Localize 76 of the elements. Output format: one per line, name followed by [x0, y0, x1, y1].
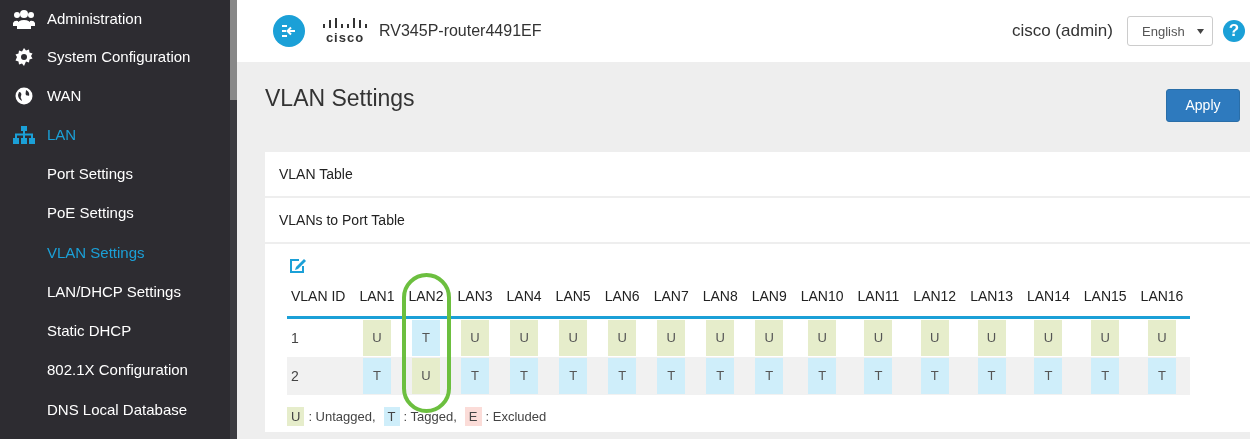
- column-header: LAN8: [701, 288, 739, 304]
- membership-cell[interactable]: T: [706, 358, 735, 394]
- membership-cell[interactable]: T: [363, 358, 391, 394]
- submenu-item[interactable]: LAN/DHCP Settings: [0, 271, 230, 312]
- menu-item[interactable]: System Configuration: [47, 48, 191, 65]
- membership-cell[interactable]: U: [808, 320, 837, 356]
- membership-cell[interactable]: T: [920, 358, 949, 394]
- membership-cell[interactable]: T: [808, 358, 837, 394]
- column-header: LAN5: [554, 288, 592, 304]
- apply-button[interactable]: Apply: [1166, 88, 1240, 122]
- membership-cell[interactable]: U: [1148, 320, 1176, 356]
- membership-cell[interactable]: T: [977, 358, 1006, 394]
- membership-cell[interactable]: T: [657, 358, 686, 394]
- membership-cell[interactable]: T: [1034, 358, 1063, 394]
- device-name: RV345P-router4491EF: [379, 22, 542, 40]
- legend-label: : Excluded: [485, 409, 547, 424]
- column-header: LAN11: [856, 288, 901, 304]
- column-header: LAN14: [1025, 288, 1071, 304]
- membership-cell[interactable]: U: [412, 358, 440, 394]
- membership-cell[interactable]: U: [706, 320, 735, 356]
- column-header: LAN15: [1082, 288, 1128, 304]
- membership-cell[interactable]: U: [977, 320, 1006, 356]
- membership-cell[interactable]: T: [510, 358, 539, 394]
- submenu-item[interactable]: Static DHCP: [0, 311, 230, 351]
- submenu-item[interactable]: Port Settings: [0, 154, 230, 194]
- legend-swatch: E: [464, 407, 482, 426]
- legend-swatch: T: [383, 407, 400, 426]
- membership-cell[interactable]: U: [461, 320, 490, 356]
- membership-cell[interactable]: U: [755, 320, 784, 356]
- membership-cell[interactable]: T: [412, 320, 440, 356]
- membership-cell[interactable]: T: [559, 358, 588, 394]
- legend-label: : Untagged,: [308, 409, 376, 424]
- submenu-item[interactable]: 802.1X Configuration: [0, 350, 230, 390]
- section-header[interactable]: VLAN Table: [265, 152, 1250, 196]
- legend-label: : Tagged,: [403, 409, 457, 424]
- membership-cell[interactable]: T: [755, 358, 784, 394]
- submenu-item[interactable]: DNS Local Database: [0, 389, 230, 430]
- column-header: LAN9: [750, 288, 788, 304]
- column-header: LAN4: [505, 288, 543, 304]
- table-cell: 2: [291, 368, 299, 384]
- column-header: VLAN ID: [290, 288, 347, 304]
- column-header: LAN6: [603, 288, 641, 304]
- membership-cell[interactable]: T: [461, 358, 490, 394]
- membership-cell[interactable]: U: [608, 320, 637, 356]
- logo: cisco: [323, 18, 367, 44]
- column-header: LAN1: [358, 288, 396, 304]
- column-header: LAN2: [407, 288, 445, 304]
- column-header: LAN13: [969, 288, 1014, 304]
- user-label: cisco (admin): [1011, 21, 1113, 41]
- membership-cell[interactable]: T: [864, 358, 893, 394]
- membership-cell[interactable]: U: [510, 320, 539, 356]
- submenu-item[interactable]: VLAN Settings: [0, 232, 230, 272]
- membership-cell[interactable]: T: [1148, 358, 1176, 394]
- membership-cell[interactable]: U: [657, 320, 686, 356]
- menu-item[interactable]: Administration: [47, 10, 143, 27]
- section-header[interactable]: VLANs to Port Table: [265, 198, 1250, 242]
- membership-cell[interactable]: T: [608, 358, 637, 394]
- column-header: LAN12: [912, 288, 958, 304]
- membership-cell[interactable]: U: [559, 320, 588, 356]
- membership-cell[interactable]: U: [1034, 320, 1063, 356]
- column-header: LAN3: [456, 288, 494, 304]
- membership-cell[interactable]: U: [920, 320, 949, 356]
- submenu-item[interactable]: PoE Settings: [0, 193, 230, 233]
- membership-cell[interactable]: U: [363, 320, 391, 356]
- column-header: LAN10: [799, 288, 845, 304]
- membership-cell[interactable]: T: [1091, 358, 1120, 394]
- membership-cell[interactable]: U: [1091, 320, 1120, 356]
- membership-cell[interactable]: U: [864, 320, 893, 356]
- menu-item[interactable]: LAN: [47, 126, 77, 143]
- page-title: VLAN Settings: [265, 84, 415, 112]
- column-header: LAN7: [652, 288, 690, 304]
- column-header: LAN16: [1139, 288, 1185, 304]
- legend-swatch: U: [287, 407, 305, 426]
- language-select[interactable]: English: [1127, 16, 1213, 46]
- menu-item[interactable]: WAN: [47, 87, 82, 104]
- table-cell: 1: [291, 330, 299, 346]
